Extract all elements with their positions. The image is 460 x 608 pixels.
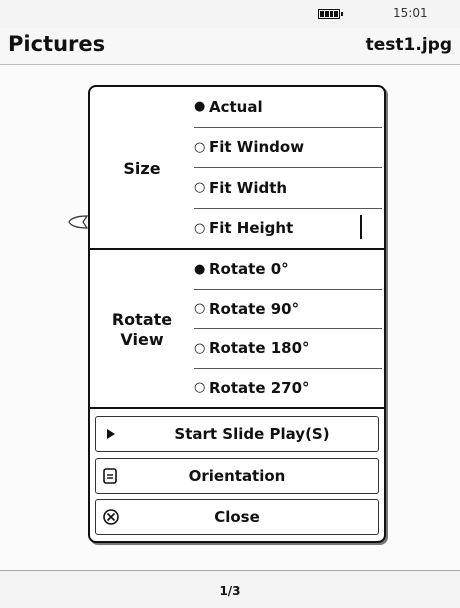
file-name: test1.jpg: [365, 35, 452, 55]
close-circle-icon: [103, 509, 119, 525]
radio-unselected-icon: ○: [194, 139, 206, 155]
page-indicator: 1/3: [219, 584, 241, 598]
rotate-options: ● Rotate 0° ○ Rotate 90° ○ Rotate 180° ○…: [194, 250, 382, 407]
text-cursor: [360, 214, 362, 239]
size-option-actual[interactable]: ● Actual: [194, 87, 382, 128]
rotate-section-label: Rotate View: [90, 310, 194, 350]
size-option-fit-height[interactable]: ○ Fit Height: [194, 209, 382, 249]
page-title: Pictures: [8, 32, 106, 56]
option-label: Rotate 0°: [209, 260, 289, 279]
play-icon: [107, 429, 115, 439]
radio-unselected-icon: ○: [194, 301, 206, 317]
battery-full-icon: [318, 9, 343, 19]
status-bar: 15:01: [0, 0, 460, 29]
button-label: Orientation: [188, 467, 286, 485]
size-option-fit-window[interactable]: ○ Fit Window: [194, 128, 382, 168]
radio-unselected-icon: ○: [194, 340, 206, 356]
size-option-fit-width[interactable]: ○ Fit Width: [194, 168, 382, 209]
option-label: Actual: [209, 97, 263, 116]
radio-unselected-icon: ○: [194, 380, 206, 396]
rotate-option-0[interactable]: ● Rotate 0°: [194, 250, 382, 290]
rotate-section-label-text: Rotate View: [111, 310, 173, 349]
size-options: ● Actual ○ Fit Window ○ Fit Width ○ Fit …: [194, 87, 382, 248]
orientation-icon: [103, 468, 117, 484]
footer-bar: 1/3: [0, 570, 460, 608]
rotate-option-270[interactable]: ○ Rotate 270°: [194, 369, 382, 408]
title-bar: Pictures test1.jpg: [0, 28, 460, 65]
close-button[interactable]: Close: [95, 499, 379, 535]
rotate-option-180[interactable]: ○ Rotate 180°: [194, 329, 382, 369]
rotate-section: Rotate View ● Rotate 0° ○ Rotate 90° ○ R…: [90, 250, 384, 409]
rotate-option-90[interactable]: ○ Rotate 90°: [194, 290, 382, 329]
option-label: Fit Window: [209, 138, 305, 157]
option-label: Fit Height: [209, 219, 294, 238]
option-label: Rotate 180°: [209, 339, 310, 358]
button-label: Close: [214, 508, 260, 526]
button-label: Start Slide Play(S): [174, 425, 330, 443]
option-label: Rotate 270°: [209, 378, 310, 397]
pointer-icon: [68, 215, 88, 229]
radio-selected-icon: ●: [194, 99, 206, 115]
radio-unselected-icon: ○: [194, 220, 206, 236]
option-label: Rotate 90°: [209, 299, 300, 318]
clock: 15:01: [393, 6, 428, 20]
radio-unselected-icon: ○: [194, 180, 206, 196]
orientation-button[interactable]: Orientation: [95, 458, 379, 494]
start-slide-play-button[interactable]: Start Slide Play(S): [95, 416, 379, 452]
size-section-label: Size: [123, 159, 161, 178]
options-menu: Size ● Actual ○ Fit Window ○ Fit Width ○…: [88, 85, 386, 543]
size-section: Size ● Actual ○ Fit Window ○ Fit Width ○…: [90, 87, 384, 250]
radio-selected-icon: ●: [194, 261, 206, 277]
option-label: Fit Width: [209, 178, 288, 197]
